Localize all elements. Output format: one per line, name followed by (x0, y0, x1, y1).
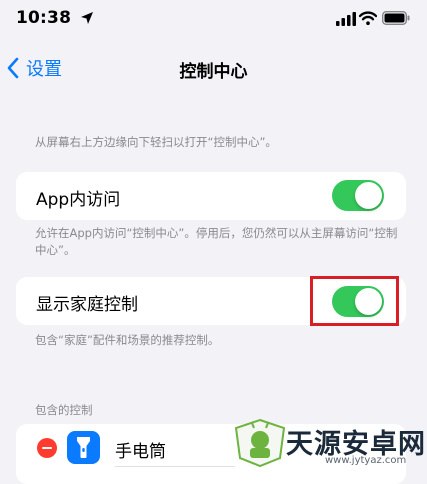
toggle-knob (355, 182, 382, 209)
in-app-access-row: App内访问 (16, 172, 406, 220)
home-controls-label: 显示家庭控制 (36, 295, 138, 315)
wifi-icon (359, 11, 377, 25)
included-controls-header: 包含的控制 (35, 403, 93, 417)
flashlight-label: 手电筒 (115, 442, 166, 462)
flashlight-icon (77, 437, 90, 458)
watermark-logo-icon (234, 418, 286, 468)
home-controls-footer: 包含“家庭”配件和场景的推荐控制。 (35, 333, 220, 347)
flashlight-app-icon (67, 431, 100, 464)
status-bar: 10:38 (0, 0, 427, 40)
battery-icon (382, 11, 410, 25)
in-app-access-label: App内访问 (36, 190, 121, 210)
watermark-url: www.jytyaz.com (325, 455, 407, 466)
in-app-access-footer: 允许在App内访问“控制中心”。停用后，您仍然可以从主屏幕访问“控制中心”。 (35, 226, 398, 257)
remove-flashlight-button[interactable] (37, 438, 57, 458)
cellular-signal-icon (336, 12, 356, 26)
watermark: 天源安卓网 www.jytyaz.com (232, 414, 427, 470)
intro-caption: 从屏幕右上方边缘向下轻扫以打开“控制中心”。 (35, 135, 277, 149)
divider (115, 466, 235, 467)
in-app-access-toggle[interactable] (332, 180, 384, 211)
location-arrow-icon (81, 12, 93, 24)
highlight-box (310, 276, 399, 326)
navigation-bar: 设置 控制中心 (0, 48, 427, 88)
status-time: 10:38 (16, 8, 72, 28)
page-title: 控制中心 (179, 62, 248, 82)
